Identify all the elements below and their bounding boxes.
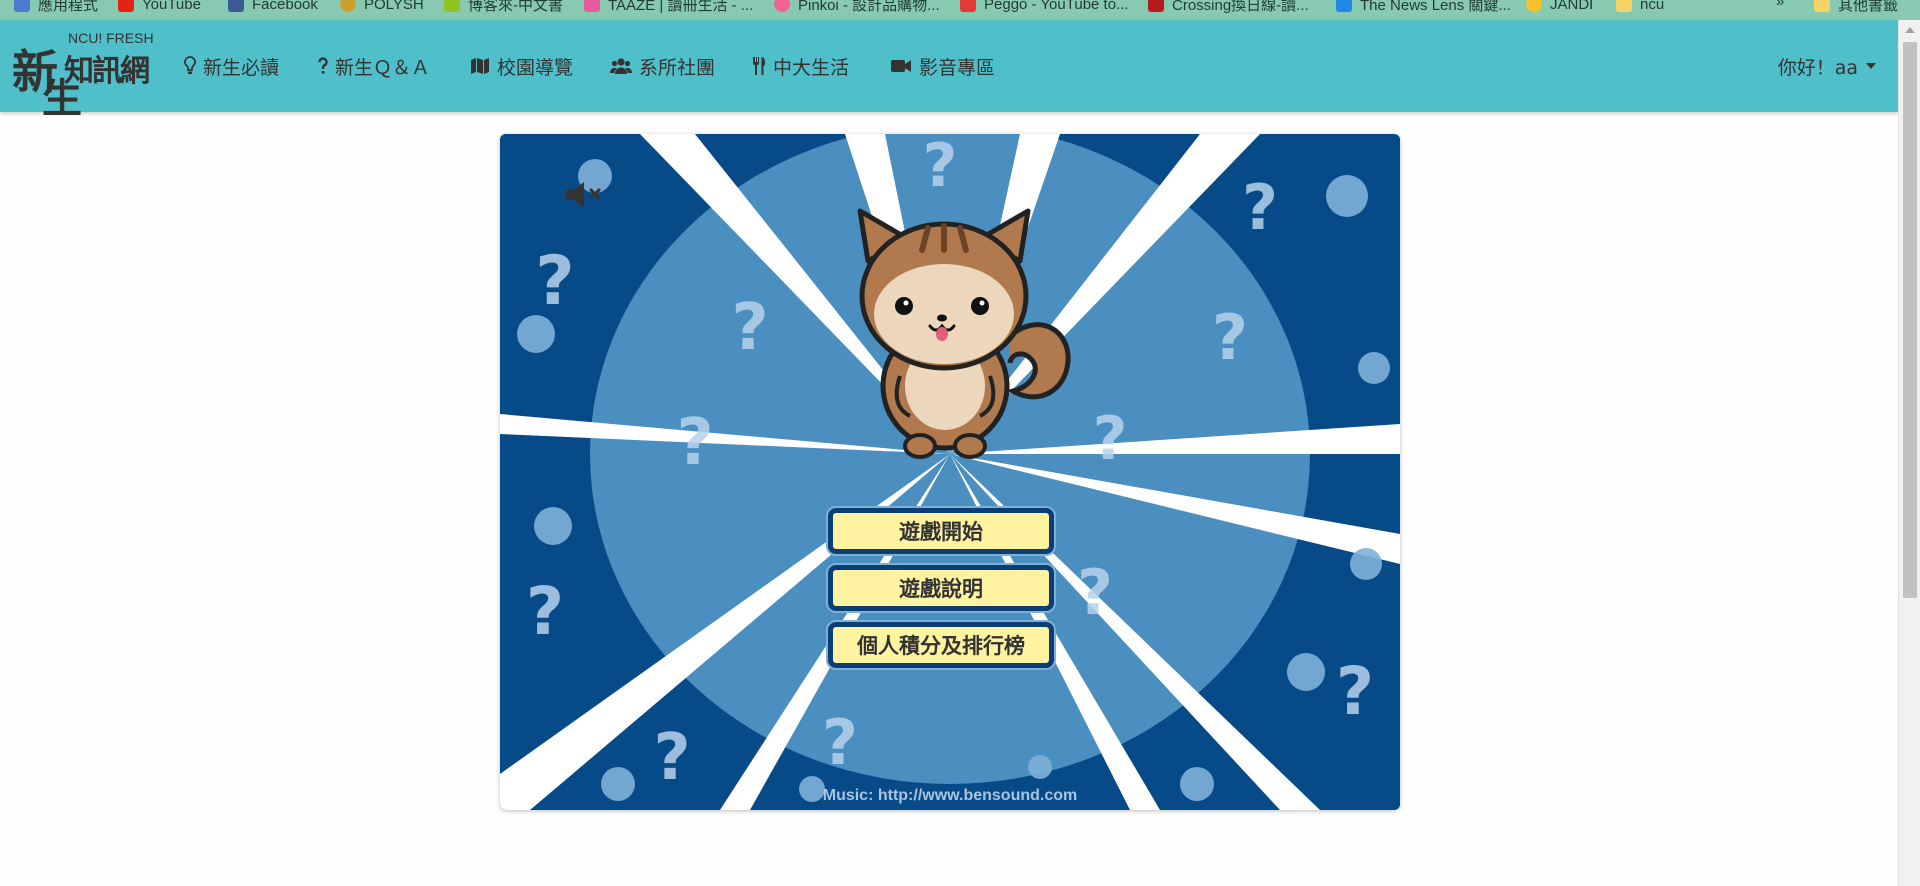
bookmark-ncu[interactable]: ncu [1616,0,1664,14]
bookmark-label: Peggo - YouTube to... [984,0,1129,13]
lightbulb-icon [184,56,196,74]
user-greeting: 你好！aa [1777,56,1858,79]
site-logo[interactable]: 新 生 知訊網 NCU! FRESH [12,30,156,121]
bookmark-facebook[interactable]: Facebook [228,0,318,14]
nav-ncu-life[interactable]: 中大生活 [752,20,849,112]
bookmark-label: 其他書籤 [1838,0,1899,14]
bookmark-label: POLYSH [364,0,424,13]
logo-title: 知訊網 [64,55,150,88]
nav-label: 影音專區 [919,56,996,79]
bookmark-pinkoi[interactable]: Pinkoi - 設計品購物... [774,0,940,14]
svg-text:?: ? [1242,171,1278,244]
svg-text:?: ? [676,406,713,480]
video-icon [891,60,911,72]
svg-text:?: ? [535,242,574,321]
bookmark-label: JANDI [1550,0,1594,13]
apps-icon [14,0,30,12]
nav-freshman-reading[interactable]: 新生必讀 [184,20,279,112]
polysh-icon [340,0,356,12]
bookmarks-overflow-button[interactable]: » [1776,0,1784,10]
bookmark-label: YouTube [142,0,201,13]
crossing-icon [1148,0,1164,12]
bookmark-label: 應用程式 [38,0,99,14]
nav-freshman-qa[interactable]: 新生Ｑ＆Ａ [318,20,430,112]
svg-text:?: ? [1077,556,1113,629]
bookmark-other[interactable]: 其他書籤 [1814,0,1898,14]
scroll-thumb[interactable] [1903,42,1917,598]
jandi-icon [1526,0,1542,12]
squirrel-illustration [857,208,1071,459]
users-icon [610,58,632,74]
game-panel: ? ? ? ? ? ? ? ? ? ? ? ? 遊戲開始 遊戲說明 個人積分及排… [500,134,1400,810]
leaderboard-button[interactable]: 個人積分及排行榜 [828,622,1054,668]
folder-icon [1814,0,1830,12]
page-scrollbar[interactable] [1898,20,1920,886]
bookmark-youtube[interactable]: YouTube [118,0,201,14]
scroll-up-arrow-icon[interactable] [1905,27,1915,33]
nav-label: 新生Ｑ＆Ａ [335,56,431,79]
bookmark-jandi[interactable]: JANDI [1526,0,1593,14]
svg-text:?: ? [822,706,858,779]
svg-text:?: ? [1093,404,1128,474]
taaze-icon [584,0,600,12]
bookmark-peggo[interactable]: Peggo - YouTube to... [960,0,1129,14]
bookmarks-bar: 應用程式 YouTube Facebook POLYSH 博客來-中文書 TAA… [0,0,1920,20]
bookmark-label: Crossing換日線-讀... [1172,0,1309,14]
nav-label: 中大生活 [773,56,850,79]
bookmark-polysh[interactable]: POLYSH [340,0,424,14]
logo-subtitle: NCU! FRESH [68,30,154,46]
chevron-down-icon [1866,63,1876,69]
start-game-button[interactable]: 遊戲開始 [828,508,1054,554]
folder-icon [1616,0,1632,12]
svg-text:?: ? [1336,653,1374,730]
svg-text:?: ? [731,291,768,365]
speaker-muted-icon [566,182,601,208]
bookmark-label: ncu [1640,0,1665,13]
nav-label: 新生必讀 [203,56,280,79]
bookmark-label: TAAZE | 讀冊生活 - ... [608,0,754,14]
music-credit: Music: http://www.bensound.com [822,787,1078,804]
map-icon [471,58,489,74]
svg-text:?: ? [923,134,958,201]
nav-campus-guide[interactable]: 校園導覽 [470,20,573,112]
squirrel-mascot [820,206,1080,480]
youtube-icon [118,0,134,12]
bookmark-books[interactable]: 博客來-中文書 [444,0,563,14]
bookmark-crossing[interactable]: Crossing換日線-讀... [1148,0,1309,14]
bookmark-label: 博客來-中文書 [468,0,563,14]
nav-video-zone[interactable]: 影音專區 [890,20,995,112]
cutlery-icon [753,57,765,75]
books-icon [444,0,460,12]
bookmark-newslens[interactable]: The News Lens 關鍵... [1336,0,1511,14]
newslens-icon [1336,0,1352,12]
nav-departments-clubs[interactable]: 系所社團 [610,20,715,112]
bookmark-label: Facebook [252,0,318,13]
mute-toggle[interactable] [564,180,608,214]
game-instructions-button[interactable]: 遊戲說明 [828,565,1054,611]
nav-label: 系所社團 [639,56,716,79]
pinkoi-icon [774,0,790,12]
site-navbar: 新 生 知訊網 NCU! FRESH 新生必讀 新生Ｑ＆Ａ 校園導覽 系所社團 … [0,20,1898,121]
nav-label: 校園導覽 [497,56,574,79]
svg-text:?: ? [1212,301,1248,374]
bookmark-taaze[interactable]: TAAZE | 讀冊生活 - ... [584,0,753,14]
bookmark-apps[interactable]: 應用程式 [14,0,98,14]
bookmark-label: Pinkoi - 設計品購物... [798,0,940,14]
question-icon [318,57,328,74]
user-menu-dropdown[interactable]: 你好！aa [1778,20,1876,112]
bookmark-label: The News Lens 關鍵... [1360,0,1511,14]
svg-text:?: ? [526,573,564,650]
peggo-icon [960,0,976,12]
facebook-icon [228,0,244,12]
